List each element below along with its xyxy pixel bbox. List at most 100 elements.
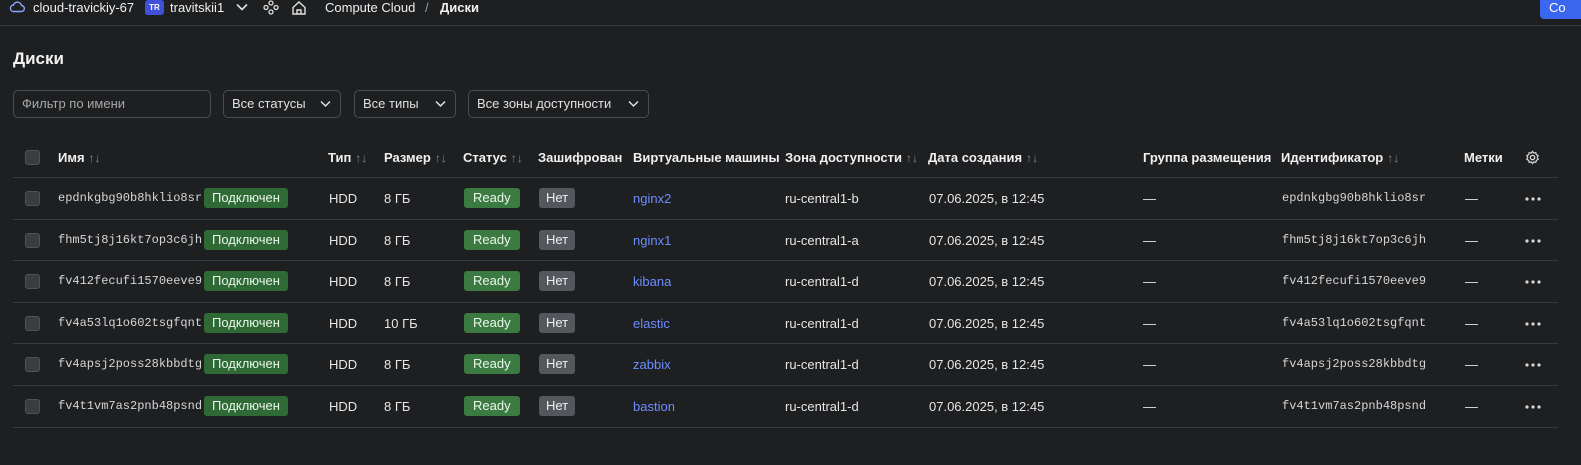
disk-id: epdnkgbg90b8hklio8sr	[1282, 191, 1427, 205]
more-actions-icon[interactable]	[1524, 405, 1542, 409]
breadcrumb-current: Диски	[440, 0, 479, 15]
disk-size: 8 ГБ	[384, 191, 411, 206]
vm-link[interactable]: kibana	[633, 274, 671, 289]
breadcrumb-service[interactable]: Compute Cloud	[325, 0, 415, 15]
create-button[interactable]: Co	[1540, 0, 1581, 19]
type-filter-select[interactable]: Все типы	[354, 90, 456, 118]
sort-icon[interactable]: ↑↓	[511, 151, 523, 165]
sort-icon[interactable]: ↑↓	[1387, 151, 1399, 165]
placement-group: —	[1143, 191, 1156, 206]
disk-name[interactable]: fv4apsj2poss28kbbdtg	[58, 357, 202, 371]
availability-zone: ru-central1-d	[785, 316, 859, 331]
disk-id: fhm5tj8j16kt7op3c6jh	[1282, 233, 1427, 247]
status-filter-value: Все статусы	[232, 96, 306, 111]
vm-link[interactable]: zabbix	[633, 357, 671, 372]
disk-name[interactable]: fhm5tj8j16kt7op3c6jh	[58, 233, 202, 247]
labels: —	[1465, 274, 1478, 289]
vm-link[interactable]: nginx1	[633, 233, 671, 248]
status-badge: Ready	[464, 354, 520, 374]
placement-group: —	[1143, 274, 1156, 289]
created-date: 07.06.2025, в 12:45	[929, 316, 1045, 331]
labels: —	[1465, 316, 1478, 331]
status-badge: Ready	[464, 230, 520, 250]
column-header-type[interactable]: Тип ↑↓	[328, 150, 367, 165]
cloud-icon	[9, 1, 25, 13]
column-header-created[interactable]: Дата создания ↑↓	[928, 150, 1038, 165]
status-filter-select[interactable]: Все статусы	[223, 90, 341, 118]
disk-name[interactable]: fv4t1vm7as2pnb48psnd	[58, 399, 202, 413]
disk-id: fv4apsj2poss28kbbdtg	[1282, 357, 1427, 371]
availability-zone: ru-central1-b	[785, 191, 859, 206]
disk-name[interactable]: epdnkgbg90b8hklio8sr	[58, 191, 202, 205]
disk-name[interactable]: fv4a53lq1o602tsgfqnt	[58, 316, 202, 330]
row-checkbox[interactable]	[25, 316, 40, 331]
disk-size: 10 ГБ	[384, 316, 418, 331]
name-filter-input[interactable]: Фильтр по имени	[13, 90, 211, 118]
row-checkbox[interactable]	[25, 274, 40, 289]
row-divider	[13, 427, 1558, 428]
column-header-vms: Виртуальные машины	[633, 150, 780, 165]
disk-type: HDD	[329, 316, 358, 331]
status-badge: Ready	[464, 188, 520, 208]
encrypted-badge: Нет	[539, 313, 576, 333]
created-date: 07.06.2025, в 12:45	[929, 399, 1045, 414]
placement-group: —	[1143, 399, 1156, 414]
sort-icon[interactable]: ↑↓	[906, 151, 918, 165]
page-title: Диски	[13, 49, 64, 68]
disk-name[interactable]: fv412fecufi1570eeve9	[58, 274, 202, 288]
vm-link[interactable]: nginx2	[633, 191, 671, 206]
row-checkbox[interactable]	[25, 233, 40, 248]
column-header-name[interactable]: Имя ↑↓	[58, 150, 101, 165]
disk-size: 8 ГБ	[384, 399, 411, 414]
attach-status-badge: Подключен	[204, 271, 288, 291]
disk-id: fv4t1vm7as2pnb48psnd	[1282, 399, 1427, 413]
column-header-status[interactable]: Статус ↑↓	[463, 150, 523, 165]
disk-type: HDD	[329, 191, 358, 206]
row-divider	[13, 219, 1558, 220]
cloud-name[interactable]: cloud-travickiy-67	[33, 0, 134, 15]
more-actions-icon[interactable]	[1524, 239, 1542, 243]
more-actions-icon[interactable]	[1524, 322, 1542, 326]
column-header-size[interactable]: Размер ↑↓	[384, 150, 447, 165]
created-date: 07.06.2025, в 12:45	[929, 233, 1045, 248]
zone-filter-select[interactable]: Все зоны доступности	[468, 90, 649, 118]
row-divider	[13, 385, 1558, 386]
row-divider	[13, 302, 1558, 303]
created-date: 07.06.2025, в 12:45	[929, 274, 1045, 289]
chevron-down-icon	[628, 100, 639, 108]
row-divider	[13, 260, 1558, 261]
more-actions-icon[interactable]	[1524, 197, 1542, 201]
disk-type: HDD	[329, 357, 358, 372]
status-badge: Ready	[464, 271, 520, 291]
column-header-id[interactable]: Идентификатор ↑↓	[1281, 150, 1399, 165]
attach-status-badge: Подключен	[204, 188, 288, 208]
chevron-down-icon[interactable]	[236, 3, 248, 11]
more-actions-icon[interactable]	[1524, 363, 1542, 367]
header-divider	[13, 177, 1558, 178]
account-name[interactable]: travitskii1	[170, 0, 224, 15]
row-checkbox[interactable]	[25, 357, 40, 372]
type-filter-value: Все типы	[363, 96, 419, 111]
top-bar: cloud-travickiy-67 TR travitskii1 Comput…	[0, 0, 1581, 26]
sort-icon[interactable]: ↑↓	[89, 151, 101, 165]
name-filter-placeholder: Фильтр по имени	[22, 96, 126, 111]
row-checkbox[interactable]	[25, 399, 40, 414]
home-icon[interactable]	[291, 0, 307, 15]
row-checkbox[interactable]	[25, 191, 40, 206]
labels: —	[1465, 399, 1478, 414]
vm-link[interactable]: bastion	[633, 399, 675, 414]
more-actions-icon[interactable]	[1524, 280, 1542, 284]
gear-icon[interactable]	[1525, 150, 1540, 165]
column-header-zone[interactable]: Зона доступности ↑↓	[785, 150, 918, 165]
sort-icon[interactable]: ↑↓	[355, 151, 367, 165]
services-icon[interactable]	[263, 0, 279, 15]
encrypted-badge: Нет	[539, 271, 576, 291]
sort-icon[interactable]: ↑↓	[1026, 151, 1038, 165]
sort-icon[interactable]: ↑↓	[435, 151, 447, 165]
status-badge: Ready	[464, 396, 520, 416]
availability-zone: ru-central1-a	[785, 233, 859, 248]
select-all-checkbox[interactable]	[25, 150, 40, 165]
account-avatar[interactable]: TR	[145, 0, 164, 15]
column-header-group: Группа размещения	[1143, 150, 1272, 165]
vm-link[interactable]: elastic	[633, 316, 670, 331]
